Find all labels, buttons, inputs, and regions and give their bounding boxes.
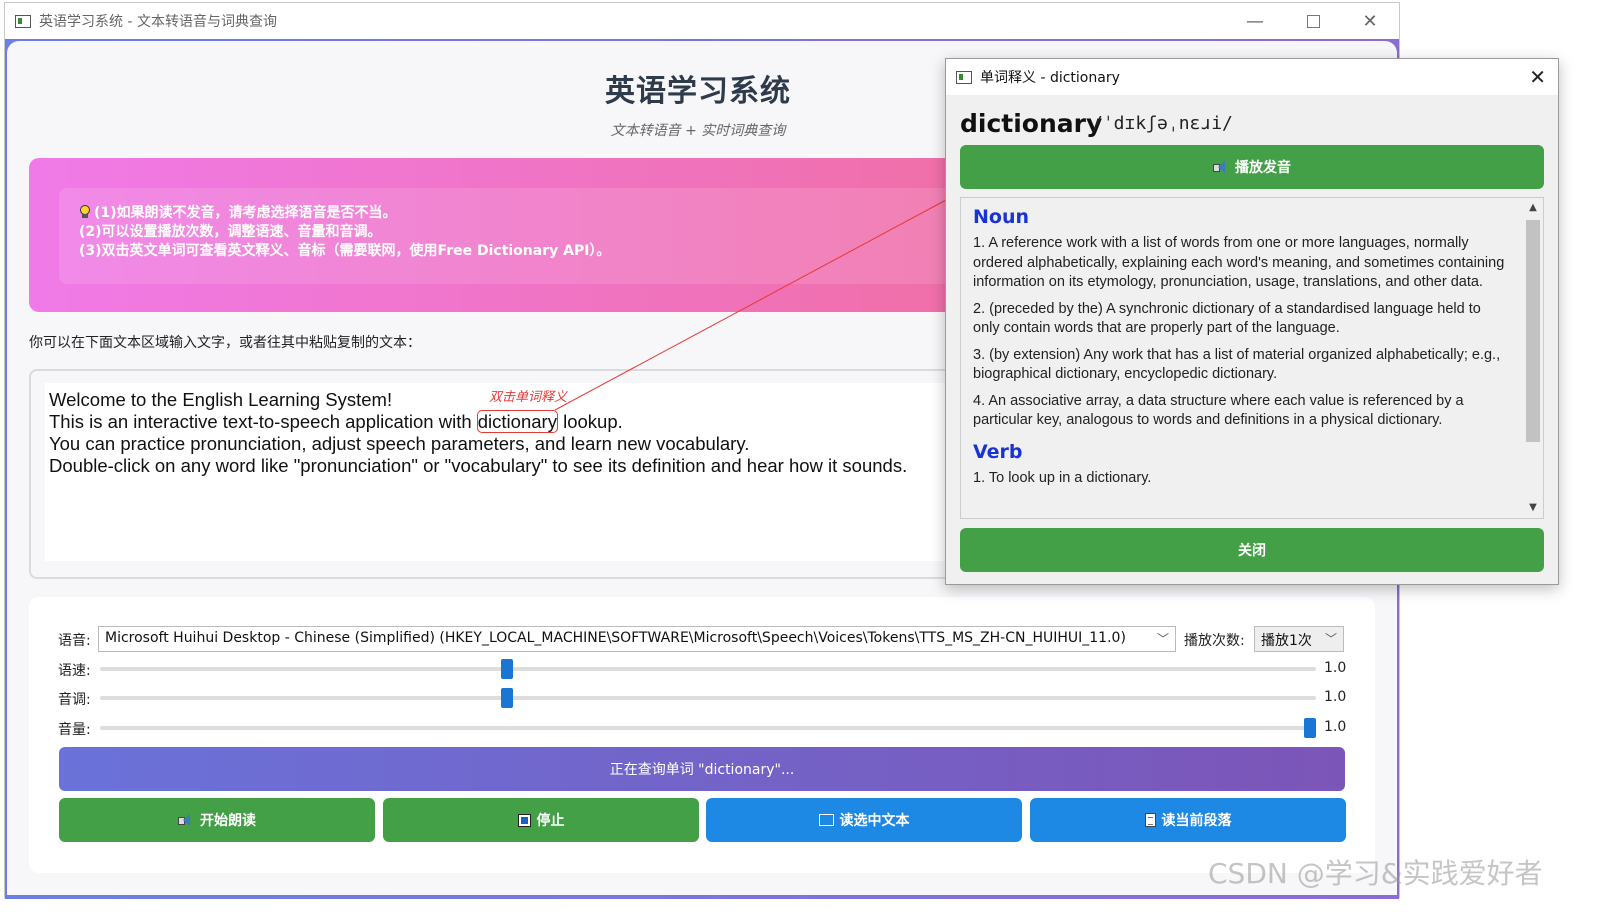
pitch-slider-thumb[interactable] xyxy=(500,688,513,708)
annotation-label: 双击单词释义 xyxy=(489,390,568,405)
pitch-label: 音调: xyxy=(58,692,91,708)
volume-value: 1.0 xyxy=(1324,719,1347,735)
read-selected-button[interactable]: 读选中文本 xyxy=(706,798,1022,842)
dictionary-dialog: 单词释义 - dictionary ✕ dictionary /ˈdɪkʃəˌn… xyxy=(945,58,1559,585)
start-reading-button[interactable]: 开始朗读 xyxy=(59,798,375,842)
definition-scroll-area: Noun 1. A reference work with a list of … xyxy=(961,198,1523,518)
text-area-prompt: 你可以在下面文本区域输入文字，或者往其中粘贴复制的文本： xyxy=(29,335,421,351)
verb-definition: 1. To look up in a dictionary. xyxy=(973,469,1152,486)
rate-label: 语速: xyxy=(58,663,91,679)
minimize-button[interactable]: — xyxy=(1227,3,1283,39)
rate-value: 1.0 xyxy=(1324,660,1347,676)
close-icon[interactable]: ✕ xyxy=(1529,65,1546,89)
close-window-button[interactable]: ✕ xyxy=(1342,3,1398,39)
volume-slider-track[interactable] xyxy=(100,726,1316,730)
lightbulb-icon xyxy=(79,205,91,219)
app-window-icon xyxy=(15,14,31,28)
play-pronunciation-button[interactable]: 播放发音 xyxy=(960,145,1544,189)
repeat-label: 播放次数: xyxy=(1184,633,1245,649)
pitch-slider-track[interactable] xyxy=(100,696,1316,700)
dialog-close-button[interactable]: 关闭 xyxy=(960,528,1544,572)
scrollbar-thumb[interactable] xyxy=(1526,220,1540,442)
window-title: 英语学习系统 - 文本转语音与词典查询 xyxy=(39,14,277,30)
maximize-button[interactable] xyxy=(1285,3,1341,39)
noun-heading: Noun xyxy=(973,206,1030,228)
read-paragraph-button[interactable]: 读当前段落 xyxy=(1030,798,1346,842)
stop-button[interactable]: 停止 xyxy=(383,798,699,842)
main-titlebar: 英语学习系统 - 文本转语音与词典查询 — ✕ xyxy=(5,3,1399,39)
noun-definition: 4. An associative array, a data structur… xyxy=(973,392,1464,429)
voice-label: 语音: xyxy=(58,633,91,649)
maximize-icon xyxy=(1306,14,1320,28)
voice-select[interactable]: Microsoft Huihui Desktop - Chinese (Simp… xyxy=(98,626,1176,652)
dialog-word: dictionary xyxy=(960,109,1103,138)
status-bar: 正在查询单词 "dictionary"... xyxy=(59,747,1345,791)
dialog-window-icon xyxy=(956,70,972,84)
definition-panel[interactable]: Noun 1. A reference work with a list of … xyxy=(960,197,1544,519)
window-icon xyxy=(818,814,834,826)
watermark: CSDN @学习&实践爱好者 xyxy=(1208,857,1543,890)
vertical-scrollbar[interactable]: ▲ ▼ xyxy=(1523,198,1543,518)
rate-slider-thumb[interactable] xyxy=(500,659,513,679)
close-icon: ✕ xyxy=(1362,10,1378,32)
volume-label: 音量: xyxy=(58,722,91,738)
verb-heading: Verb xyxy=(973,440,1023,463)
noun-definition: 2. (preceded by the) A synchronic dictio… xyxy=(973,300,1481,337)
chevron-down-icon: ﹀ xyxy=(1324,632,1337,646)
dialog-titlebar: 单词释义 - dictionary ✕ xyxy=(946,59,1558,95)
speaker-icon xyxy=(1213,160,1229,174)
scroll-up-icon[interactable]: ▲ xyxy=(1523,198,1543,218)
chevron-down-icon: ﹀ xyxy=(1156,632,1169,646)
volume-slider-thumb[interactable] xyxy=(1304,718,1316,738)
pitch-value: 1.0 xyxy=(1324,689,1347,705)
speaker-icon xyxy=(178,813,194,827)
dialog-title: 单词释义 - dictionary xyxy=(980,70,1120,86)
noun-definition: 1. A reference work with a list of words… xyxy=(973,235,1505,290)
dialog-phonetic: /ˈdɪkʃəˌnɛɹi/ xyxy=(1092,113,1233,134)
rate-slider-track[interactable] xyxy=(100,667,1316,671)
stop-icon xyxy=(517,813,531,827)
highlighted-word[interactable]: dictionary xyxy=(476,410,558,433)
minimize-icon: — xyxy=(1246,10,1264,32)
scroll-down-icon[interactable]: ▼ xyxy=(1523,498,1543,518)
document-icon xyxy=(1144,813,1156,827)
repeat-count-select[interactable]: 播放1次 ﹀ xyxy=(1254,626,1344,652)
noun-definition: 3. (by extension) Any work that has a li… xyxy=(973,346,1501,383)
